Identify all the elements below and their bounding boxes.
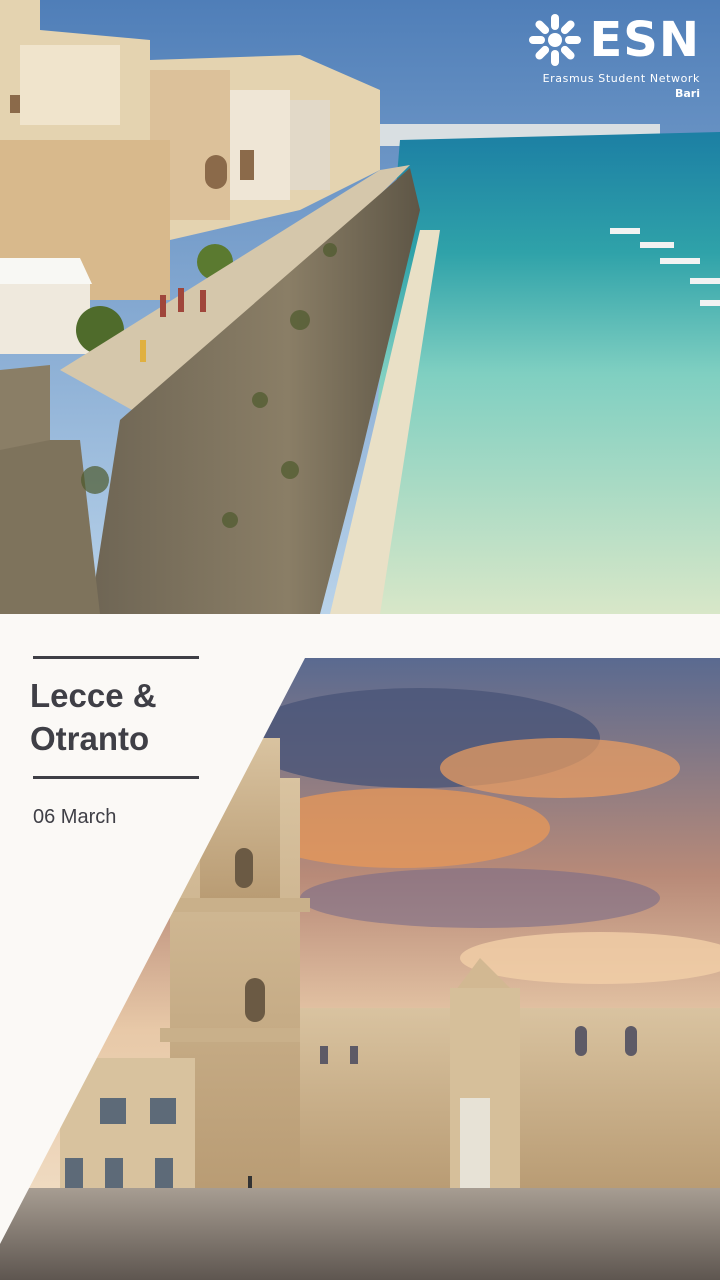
section-name: Bari	[674, 87, 700, 100]
event-title: Lecce & Otranto	[30, 674, 250, 760]
title-line-2: Otranto	[30, 720, 150, 757]
bottom-divider	[33, 776, 199, 779]
network-name: Erasmus Student Network	[542, 72, 700, 85]
esn-wordmark: ESN	[589, 12, 700, 68]
title-line-1: Lecce &	[30, 677, 157, 714]
event-date: 06 March	[33, 806, 117, 828]
esn-star-icon	[529, 14, 582, 66]
esn-logo: ESN Erasmus Student Network Bari	[500, 14, 700, 100]
top-divider	[33, 656, 199, 659]
